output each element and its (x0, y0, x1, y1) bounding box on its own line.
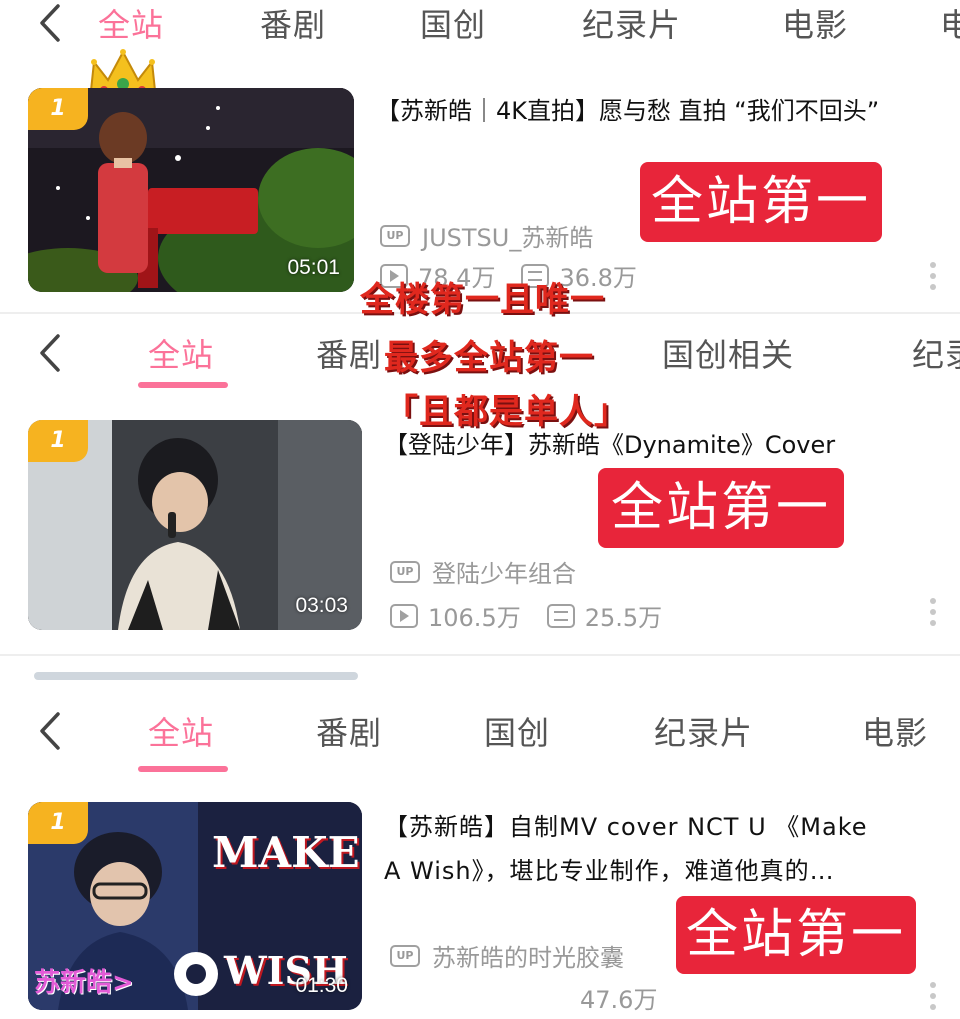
top-rank-badge: 全站第一 (640, 162, 882, 242)
danmaku-count-value: 47.6万 (580, 986, 658, 1014)
active-tab-indicator (138, 382, 228, 388)
more-options-icon[interactable] (930, 982, 936, 1015)
video-duration: 05:01 (287, 256, 340, 279)
back-arrow-icon[interactable] (34, 710, 68, 752)
tab-documentary[interactable]: 纪录片 (582, 0, 681, 46)
tab-anime[interactable]: 番剧 (316, 708, 382, 754)
tab-movie[interactable]: 电影 (862, 708, 928, 754)
video-thumbnail[interactable]: 1 05:01 (28, 88, 354, 292)
video-title-line-2[interactable]: A Wish》，堪比专业制作，难道他真的… (384, 850, 944, 892)
tab-documentary-partial[interactable]: 纪录 (912, 330, 960, 376)
video-title-line-1[interactable]: 【苏新皓】自制MV cover NCT U 《Make (384, 806, 944, 848)
thumbnail-tag: 苏新皓> (34, 968, 134, 998)
danmaku-count: 25.5万 (546, 598, 663, 633)
up-icon: UP (380, 224, 410, 247)
tab-guochuang-related[interactable]: 国创相关 (662, 330, 794, 376)
back-arrow-icon[interactable] (34, 332, 68, 374)
overlay-annotation-line-2: 最多全站第一 (384, 338, 594, 378)
uploader-name: 登陆少年组合 (432, 560, 576, 588)
divider (0, 654, 960, 656)
stats-row: 106.5万 25.5万 (390, 598, 688, 633)
screenshot-section-3: 全站 番剧 国创 纪录片 电影 MAKE WISH 苏新皓> 1 01:30 【… (0, 690, 960, 1019)
danmaku-count-value: 25.5万 (584, 604, 663, 632)
view-count-value: 106.5万 (428, 604, 521, 632)
back-arrow-icon[interactable] (34, 2, 68, 44)
screenshot-section-1: 全站 番剧 国创 纪录片 电影 电 1 05:01 【苏新皓｜4K直拍】愿与愁 … (0, 0, 960, 310)
up-icon: UP (390, 944, 420, 967)
video-thumbnail[interactable]: MAKE WISH 苏新皓> 1 01:30 (28, 802, 362, 1010)
video-title[interactable]: 【苏新皓｜4K直拍】愿与愁 直拍 “我们不回头” (376, 90, 936, 132)
tab-anime[interactable]: 番剧 (260, 0, 326, 46)
more-options-icon[interactable] (930, 598, 936, 631)
tab-all[interactable]: 全站 (148, 330, 214, 376)
tab-guochuang[interactable]: 国创 (420, 0, 486, 46)
rank-badge: 1 (28, 88, 88, 130)
tab-all[interactable]: 全站 (98, 0, 164, 46)
category-tab-bar: 全站 番剧 国创 纪录片 电影 (0, 708, 960, 768)
top-rank-badge: 全站第一 (676, 896, 916, 974)
more-options-icon[interactable] (930, 262, 936, 295)
tab-movie[interactable]: 电影 (782, 0, 848, 46)
rank-badge: 1 (28, 802, 88, 844)
video-thumbnail[interactable]: 1 03:03 (28, 420, 362, 630)
video-duration: 01:30 (295, 974, 348, 997)
uploader-row[interactable]: UP JUSTSU_苏新皓 (380, 218, 593, 253)
up-icon: UP (390, 560, 420, 583)
view-count: 106.5万 (390, 598, 521, 633)
tab-all[interactable]: 全站 (148, 708, 214, 754)
uploader-name: 苏新皓的时光胶囊 (432, 944, 624, 972)
tab-documentary[interactable]: 纪录片 (654, 708, 753, 754)
overlay-annotation-line-3: 「且都是单人」 (384, 392, 629, 432)
stats-row: 47.6万 (580, 980, 657, 1015)
tab-tv-partial[interactable]: 电 (940, 0, 960, 46)
danmaku-icon (546, 603, 575, 628)
active-tab-indicator (138, 766, 228, 772)
tab-guochuang[interactable]: 国创 (484, 708, 550, 754)
uploader-row[interactable]: UP 登陆少年组合 (390, 554, 576, 589)
tab-anime[interactable]: 番剧 (316, 330, 382, 376)
top-rank-badge: 全站第一 (598, 468, 844, 548)
uploader-name: JUSTSU_苏新皓 (422, 224, 594, 252)
play-count-icon (390, 603, 418, 628)
thumbnail-text-make: MAKE (212, 828, 360, 877)
uploader-row[interactable]: UP 苏新皓的时光胶囊 (390, 938, 624, 973)
cropped-next-thumbnail (34, 672, 358, 680)
overlay-annotation-line-1: 全楼第一且唯一 (360, 280, 605, 320)
video-duration: 03:03 (295, 594, 348, 617)
rank-badge: 1 (28, 420, 88, 462)
